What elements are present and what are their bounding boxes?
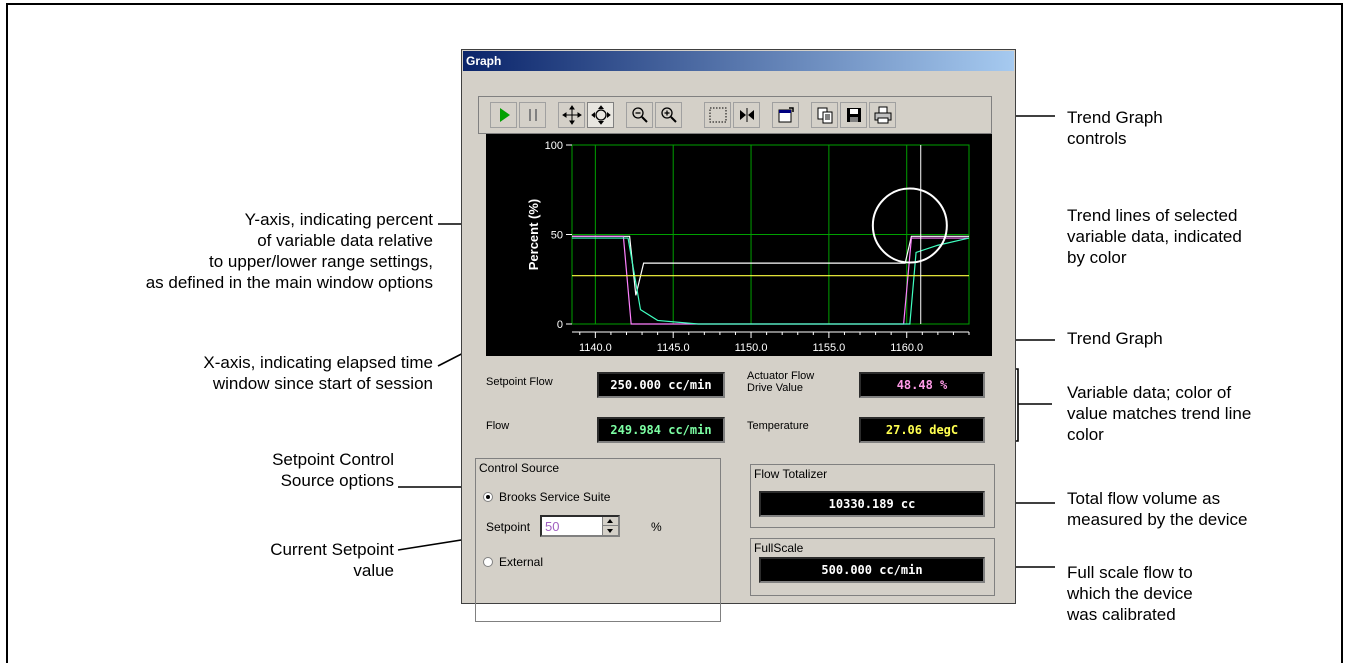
properties-icon <box>778 107 794 123</box>
temperature-value: 27.06 degC <box>859 417 985 443</box>
pause-icon <box>528 109 537 121</box>
brooks-service-suite-radio[interactable] <box>483 492 493 502</box>
actuator-flow-label-line1: Actuator Flow <box>747 370 815 382</box>
flow-value: 249.984 cc/min <box>597 417 725 443</box>
play-icon <box>499 108 510 122</box>
select-box-icon <box>709 107 726 123</box>
zoom-area-icon <box>590 105 611 125</box>
y-axis-title: Percent (%) <box>526 199 541 271</box>
callout-trend-graph: Trend Graph <box>1067 329 1163 348</box>
print-icon <box>874 106 891 124</box>
title-bar: Graph <box>463 51 1014 71</box>
window-title: Graph <box>466 54 502 68</box>
play-button[interactable] <box>490 102 517 128</box>
x-tick-label: 1155.0 <box>812 342 845 354</box>
setpoint-stepper[interactable]: 50 <box>540 515 620 537</box>
copy-icon <box>817 107 832 124</box>
fullscale-group: FullScale 500.000 cc/min <box>750 538 995 596</box>
trend-graph: 100 50 0 Percent (%) 1140.0 1145.0 1150.0 1155.… <box>486 134 992 356</box>
callout-trend-controls: Trend Graph controls <box>1067 108 1163 148</box>
x-tick-label: 1145.0 <box>657 342 690 354</box>
callout-x-axis: X-axis, indicating elapsed time window si… <box>203 353 433 393</box>
fit-icon <box>739 108 754 122</box>
graph-window: Graph 100 50 0 Percent (%) 1140.0 1145.0… <box>461 49 1016 622</box>
zoom-in-button[interactable] <box>655 102 682 128</box>
external-label[interactable]: External <box>499 556 543 568</box>
y-tick-label: 0 <box>557 319 563 331</box>
flow-totalizer-group: Flow Totalizer 10330.189 cc <box>750 464 995 528</box>
print-button[interactable] <box>869 102 896 128</box>
copy-button[interactable] <box>811 102 838 128</box>
x-tick-label: 1140.0 <box>579 342 612 354</box>
flow-label: Flow <box>486 420 510 432</box>
stepper-buttons[interactable] <box>602 517 618 535</box>
setpoint-unit: % <box>651 520 662 534</box>
save-button[interactable] <box>840 102 867 128</box>
setpoint-value[interactable]: 50 <box>545 519 559 534</box>
actuator-flow-label-line2: Drive Value <box>747 382 804 394</box>
callout-current-setpoint: Current Setpoint value <box>270 540 394 580</box>
y-tick-label: 100 <box>545 140 563 152</box>
callout-total-flow: Total flow volume as measured by the devi… <box>1067 489 1248 529</box>
zoom-in-icon <box>660 107 677 123</box>
setpoint-flow-value: 250.000 cc/min <box>597 372 725 398</box>
chevron-down-icon[interactable] <box>607 529 613 533</box>
actuator-drive-value: 48.48 % <box>859 372 985 398</box>
pan-icon <box>561 105 582 125</box>
zoom-out-icon <box>631 107 648 123</box>
actuator-flow-label: Actuator Flow Drive Value <box>747 370 814 394</box>
control-source-group: Control Source Brooks Service Suite Setp… <box>475 458 721 622</box>
callout-setpoint-control: Setpoint Control Source options <box>272 450 394 490</box>
x-tick-label: 1160.0 <box>890 342 923 354</box>
save-icon <box>846 108 861 122</box>
flow-totalizer-title: Flow Totalizer <box>754 467 828 481</box>
setpoint-label: Setpoint <box>486 520 531 534</box>
zoom-out-button[interactable] <box>626 102 653 128</box>
x-tick-label: 1150.0 <box>735 342 768 354</box>
control-source-title: Control Source <box>479 461 560 475</box>
external-radio[interactable] <box>483 557 493 567</box>
trend-chart: 100 50 0 Percent (%) 1140.0 1145.0 1150.0 1155.… <box>526 140 970 354</box>
chevron-up-icon[interactable] <box>607 519 613 523</box>
y-tick-label: 50 <box>551 230 563 242</box>
callout-variable-data: Variable data; color of value matches tre… <box>1067 383 1252 444</box>
zoom-area-button[interactable] <box>587 102 614 128</box>
fullscale-value: 500.000 cc/min <box>759 557 985 583</box>
select-box-button[interactable] <box>704 102 731 128</box>
properties-button[interactable] <box>772 102 799 128</box>
brooks-service-suite-label[interactable]: Brooks Service Suite <box>499 491 610 503</box>
pause-button[interactable] <box>519 102 546 128</box>
callout-trend-lines: Trend lines of selected variable data, in… <box>1067 206 1242 267</box>
setpoint-flow-label: Setpoint Flow <box>486 376 553 388</box>
flow-totalizer-value: 10330.189 cc <box>759 491 985 517</box>
callout-full-scale: Full scale flow to which the device was ca… <box>1067 563 1193 624</box>
fit-button[interactable] <box>733 102 760 128</box>
pan-button[interactable] <box>558 102 585 128</box>
callout-y-axis: Y-axis, indicating percent of variable da… <box>145 210 433 292</box>
temperature-label: Temperature <box>747 420 809 432</box>
trend-graph-toolbar <box>478 96 992 134</box>
fullscale-title: FullScale <box>754 541 804 555</box>
